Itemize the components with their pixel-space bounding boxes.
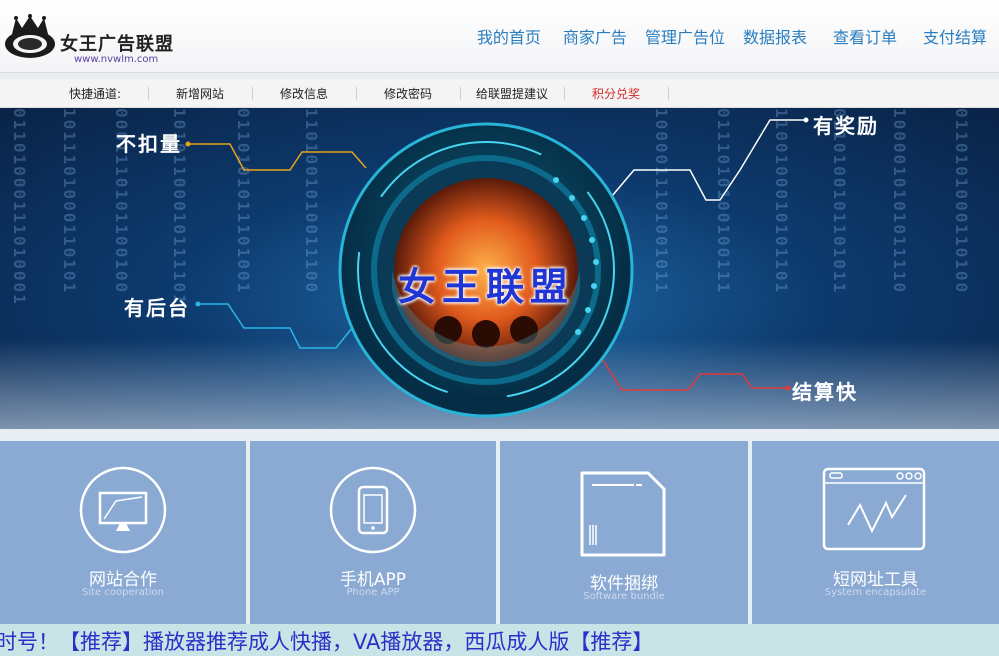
nav-manage-ad-slots[interactable]: 管理广告位 (645, 24, 725, 48)
banner-label-backend: 有后台 (124, 296, 190, 320)
banner-label-fast-settlement: 结算快 (792, 380, 858, 404)
site-logo[interactable]: 女王广告联盟 www.nvwlm.com (2, 10, 182, 65)
quick-add-site[interactable]: 新增网站 (176, 85, 224, 102)
divider (252, 87, 253, 100)
tile-subtitle: Software bundle (583, 591, 665, 602)
divider (564, 87, 565, 100)
banner-label-no-deduction: 不扣量 (116, 132, 182, 156)
divider (148, 87, 149, 100)
tile-subtitle: System encapsulate (824, 587, 927, 598)
phone-icon (329, 466, 417, 554)
divider (668, 87, 669, 100)
nav-payment-settlement[interactable]: 支付结算 (923, 24, 987, 48)
sd-card-icon (580, 471, 666, 557)
tile-phone-app[interactable]: 手机APP Phone APP (250, 441, 496, 624)
main-nav: 我的首页 商家广告 管理广告位 数据报表 查看订单 支付结算 (455, 24, 987, 48)
monitor-icon (79, 466, 167, 554)
feature-tiles: 网站合作 Site cooperation 手机APP Phone APP 软件… (0, 441, 999, 624)
tile-subtitle: Site cooperation (81, 587, 164, 598)
nav-data-reports[interactable]: 数据报表 (743, 24, 807, 48)
browser-chart-icon (822, 467, 926, 551)
logo-title: 女王广告联盟 (60, 34, 174, 55)
tile-short-url-tool[interactable]: 短网址工具 System encapsulate (752, 441, 999, 624)
quick-suggestion[interactable]: 给联盟提建议 (476, 85, 548, 102)
quick-access-label: 快捷通道: (69, 87, 122, 101)
banner-label-rewards: 有奖励 (813, 114, 879, 138)
tile-site-cooperation[interactable]: 网站合作 Site cooperation (0, 441, 246, 624)
quick-points-redeem[interactable]: 积分兑奖 (592, 85, 640, 102)
crown-icon (5, 14, 55, 58)
nav-merchant-ads[interactable]: 商家广告 (563, 24, 627, 48)
quick-edit-info[interactable]: 修改信息 (280, 85, 328, 102)
marquee-text[interactable]: 时号！【推荐】播放器推荐成人快播，VA播放器，西瓜成人版【推荐】 (0, 626, 653, 656)
quick-access-bar: 快捷通道: 新增网站 修改信息 修改密码 给联盟提建议 积分兑奖 (0, 79, 999, 108)
tile-software-bundle[interactable]: 软件捆绑 Software bundle (500, 441, 748, 624)
announcement-marquee[interactable]: 时号！【推荐】播放器推荐成人快播，VA播放器，西瓜成人版【推荐】 (0, 624, 999, 656)
divider (460, 87, 461, 100)
logo-url: www.nvwlm.com (74, 54, 159, 65)
banner-center-title: 女王联盟 (397, 265, 574, 309)
nav-view-orders[interactable]: 查看订单 (833, 24, 897, 48)
divider (356, 87, 357, 100)
quick-change-password[interactable]: 修改密码 (384, 85, 432, 102)
top-header: 女王广告联盟 www.nvwlm.com 我的首页 商家广告 管理广告位 数据报… (0, 0, 999, 73)
hero-banner[interactable]: 01101000111010001 1011101000110101 00011… (0, 108, 999, 429)
nav-home[interactable]: 我的首页 (477, 24, 541, 48)
tile-subtitle: Phone APP (346, 587, 400, 598)
